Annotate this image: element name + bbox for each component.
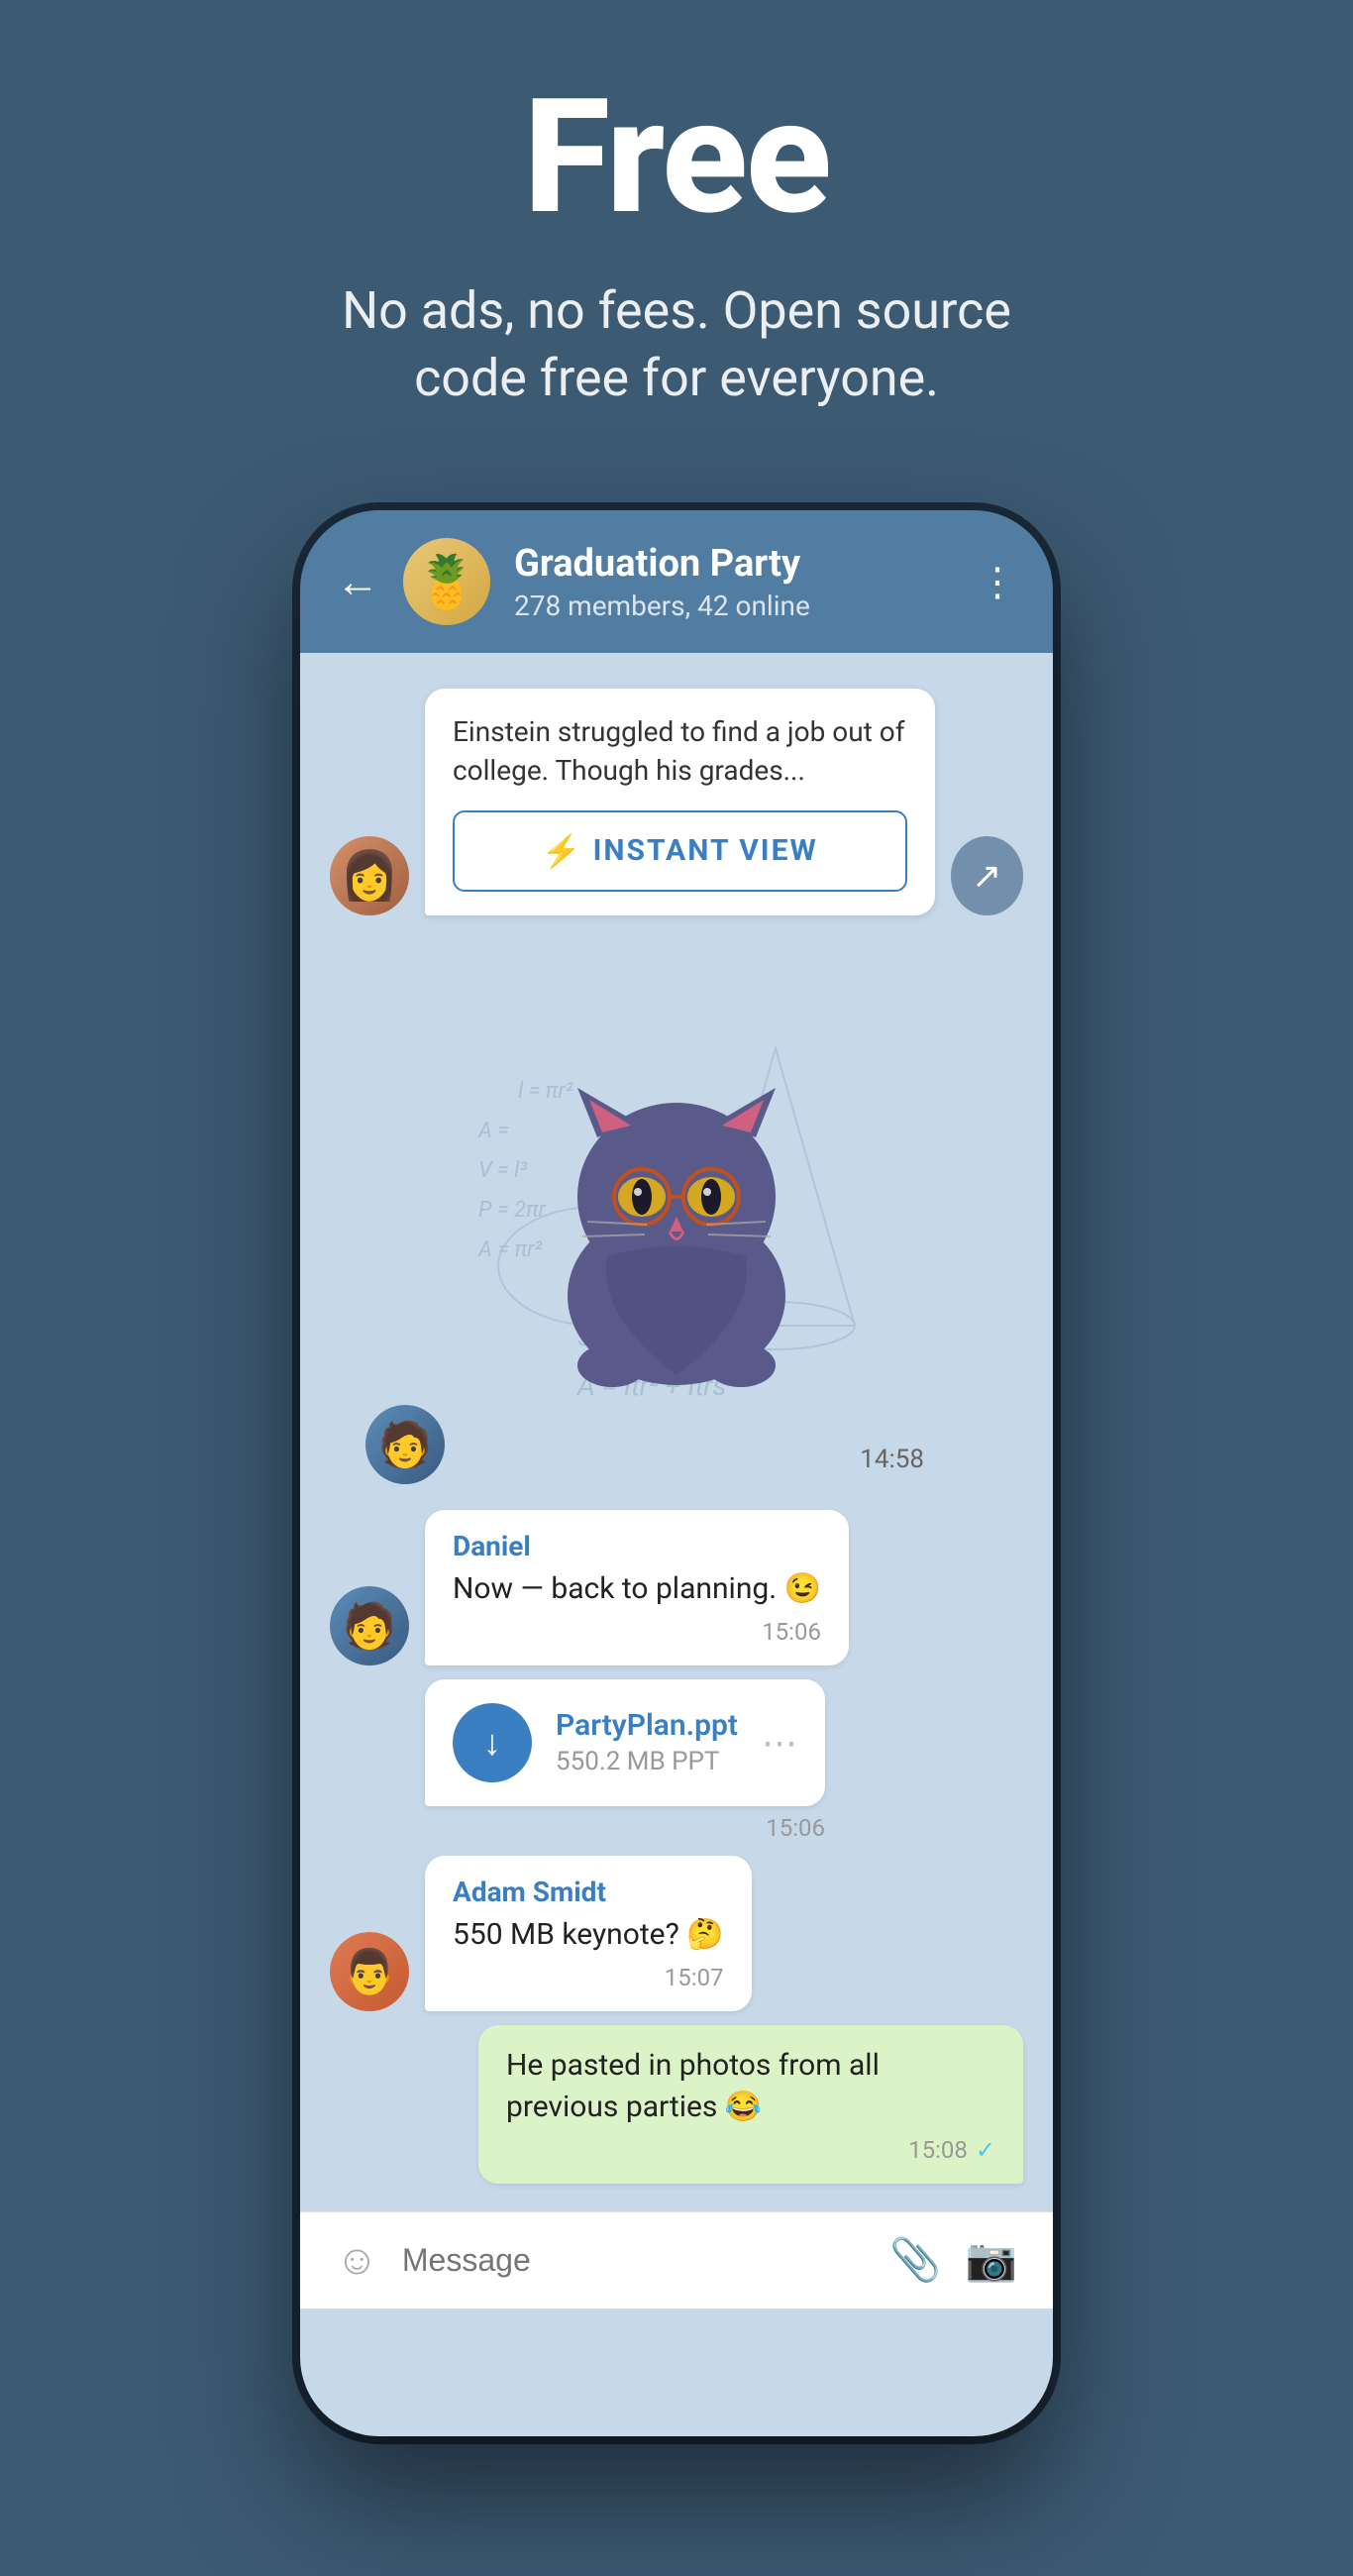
daniel-bubble: Daniel Now — back to planning. 😉 15:06 <box>425 1510 849 1665</box>
file-size: 550.2 MB PPT <box>556 1747 738 1776</box>
adam-message-text: 550 MB keynote? 🤔 <box>453 1914 724 1956</box>
daniel-message-text: Now — back to planning. 😉 <box>453 1568 821 1610</box>
file-name: PartyPlan.ppt <box>556 1708 738 1743</box>
attach-button[interactable]: 📎 <box>889 2236 941 2285</box>
adam-avatar: 👨 <box>330 1932 409 2011</box>
link-preview-text: Einstein struggled to find a job out of … <box>453 712 907 790</box>
message-area: 👩 Einstein struggled to find a job out o… <box>300 653 1053 2210</box>
chat-header: ← 🍍 Graduation Party 278 members, 42 onl… <box>300 510 1053 653</box>
own-message-text: He pasted in photos from all previous pa… <box>506 2045 995 2128</box>
sticker-sender-avatar: 🧑 <box>365 1405 445 1484</box>
input-bar: ☺ 📎 📷 <box>300 2211 1053 2308</box>
emoji-button[interactable]: ☺ <box>336 2236 378 2285</box>
sender-avatar-girl: 👩 <box>330 836 409 915</box>
svg-text:A =: A = <box>477 1119 509 1143</box>
group-avatar: 🍍 <box>403 538 490 625</box>
sticker-time: 14:58 <box>860 1445 924 1474</box>
group-info: Graduation Party 278 members, 42 online <box>514 542 954 622</box>
camera-button[interactable]: 📷 <box>966 2236 1017 2285</box>
file-time: 15:06 <box>425 1814 825 1842</box>
phone-wrapper: ← 🍍 Graduation Party 278 members, 42 onl… <box>300 510 1053 2436</box>
file-more-button[interactable]: ⋯ <box>762 1722 797 1764</box>
chat-body: 👩 Einstein struggled to find a job out o… <box>300 653 1053 2436</box>
sticker-area: l = πr² A = V = l³ P = 2πr A = πr² s = √… <box>330 929 1023 1504</box>
group-members: 278 members, 42 online <box>514 590 954 622</box>
lightning-icon: ⚡ <box>542 832 581 870</box>
share-button[interactable]: ↗ <box>951 836 1024 915</box>
hero-subtitle: No ads, no fees. Open source code free f… <box>280 277 1073 411</box>
instant-view-label: INSTANT VIEW <box>593 833 818 868</box>
daniel-sender-name: Daniel <box>453 1530 821 1562</box>
link-preview-row: 👩 Einstein struggled to find a job out o… <box>330 673 1023 914</box>
daniel-message-time: 15:06 <box>762 1618 821 1646</box>
daniel-message-row: 🧑 Daniel Now — back to planning. 😉 15:06 <box>330 1510 1023 1665</box>
cat-svg <box>528 1038 825 1395</box>
daniel-avatar: 🧑 <box>330 1586 409 1665</box>
link-preview-bubble: Einstein struggled to find a job out of … <box>425 689 935 914</box>
file-download-icon[interactable]: ↓ <box>453 1703 532 1782</box>
phone-frame: ← 🍍 Graduation Party 278 members, 42 onl… <box>300 510 1053 2436</box>
hero-title: Free <box>523 79 829 238</box>
adam-bubble: Adam Smidt 550 MB keynote? 🤔 15:07 <box>425 1856 752 2011</box>
message-input[interactable] <box>402 2242 867 2279</box>
adam-message-row: 👨 Adam Smidt 550 MB keynote? 🤔 15:07 <box>330 1856 1023 2011</box>
own-bubble: He pasted in photos from all previous pa… <box>478 2025 1023 2184</box>
file-message-row: ↓ PartyPlan.ppt 550.2 MB PPT ⋯ 15:06 <box>330 1679 1023 1842</box>
instant-view-button[interactable]: ⚡ INSTANT VIEW <box>453 810 907 892</box>
back-button[interactable]: ← <box>336 556 379 607</box>
own-message-row: He pasted in photos from all previous pa… <box>330 2025 1023 2184</box>
share-icon: ↗ <box>972 855 1001 897</box>
file-bubble: ↓ PartyPlan.ppt 550.2 MB PPT ⋯ 15:06 <box>425 1679 825 1842</box>
own-message-time: 15:08 <box>908 2136 968 2164</box>
message-check-icon: ✓ <box>976 2136 995 2164</box>
more-menu-button[interactable]: ⋮ <box>978 559 1017 605</box>
adam-sender-name: Adam Smidt <box>453 1876 724 1908</box>
group-name: Graduation Party <box>514 542 954 586</box>
cat-sticker <box>508 1019 845 1415</box>
adam-message-time: 15:07 <box>665 1964 724 1991</box>
hero-section: Free No ads, no fees. Open source code f… <box>0 0 1353 471</box>
